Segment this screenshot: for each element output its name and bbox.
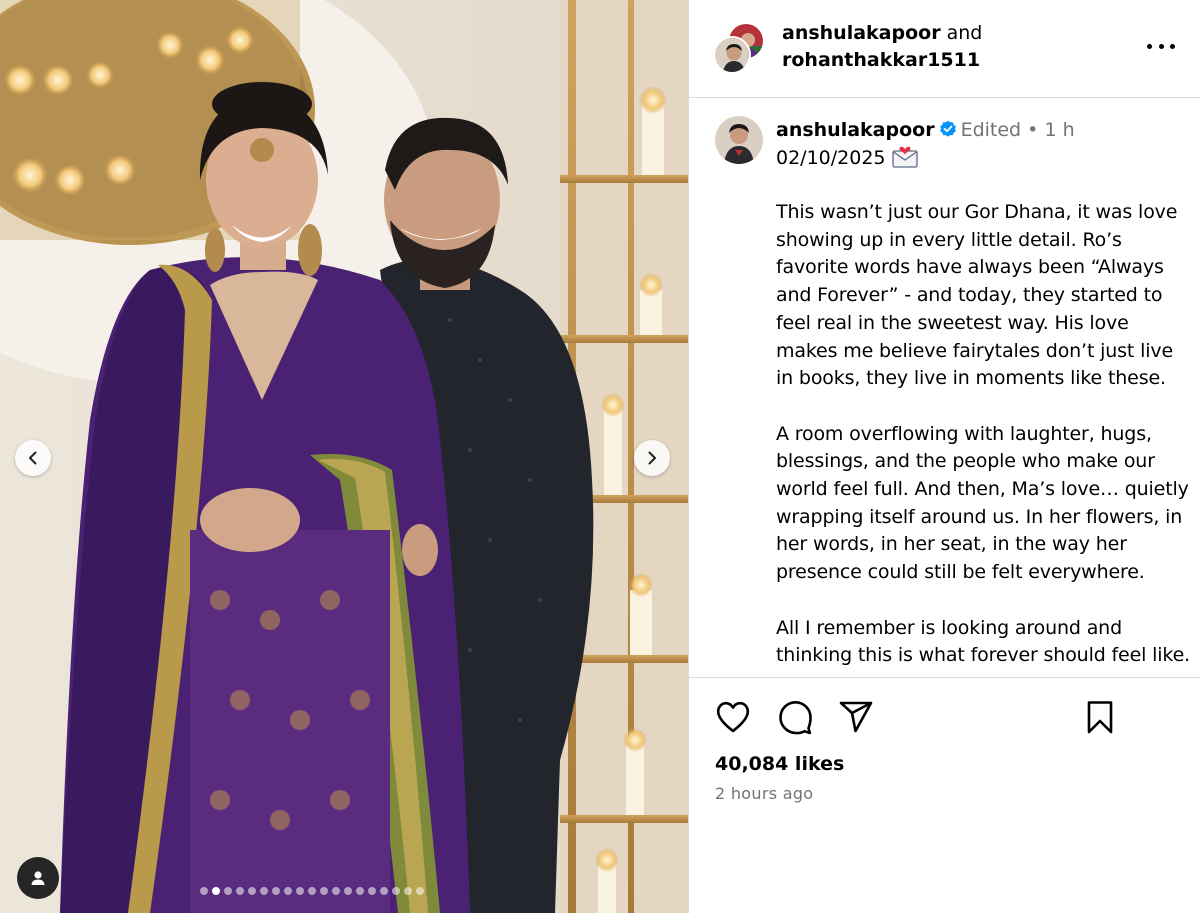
collab-avatars[interactable] — [713, 22, 767, 76]
carousel-dot — [272, 887, 280, 895]
ellipsis-icon — [1147, 43, 1152, 49]
carousel-dot — [212, 887, 220, 895]
tagged-users-button[interactable] — [17, 857, 59, 899]
likes-count[interactable]: 40,084 likes — [715, 751, 844, 777]
carousel-dot — [224, 887, 232, 895]
carousel-dot — [260, 887, 268, 895]
carousel-dot — [200, 887, 208, 895]
post-header: anshulakapoor and rohanthakkar1511 — [689, 0, 1200, 98]
comment-button[interactable] — [776, 698, 814, 736]
caption-paragraph: All I remember is looking around and thi… — [776, 616, 1190, 667]
carousel-dot — [308, 887, 316, 895]
post-photo — [0, 0, 688, 913]
more-options-button[interactable] — [1147, 36, 1175, 56]
carousel-dot — [236, 887, 244, 895]
carousel-dot — [356, 887, 364, 895]
meta-separator: • — [1027, 119, 1039, 141]
post-timestamp[interactable]: 2 hours ago — [715, 783, 813, 805]
carousel-dot — [416, 887, 424, 895]
carousel-dot — [320, 887, 328, 895]
carousel-dot — [368, 887, 376, 895]
avatar[interactable] — [713, 36, 751, 74]
love-letter-icon — [891, 146, 918, 168]
carousel-dot — [380, 887, 388, 895]
caption-paragraph: This wasn’t just our Gor Dhana, it was l… — [776, 201, 1178, 390]
post-detail-panel: anshulakapoor and rohanthakkar1511 anshu… — [688, 0, 1200, 913]
chevron-right-icon — [648, 451, 656, 465]
carousel-dot — [404, 887, 412, 895]
caption-paragraph: A room overflowing with laughter, hugs, … — [776, 422, 1189, 584]
carousel-dot — [248, 887, 256, 895]
post-photo-carousel[interactable] — [0, 0, 688, 913]
share-button[interactable] — [837, 698, 875, 736]
caption-text: This wasn’t just our Gor Dhana, it was l… — [776, 199, 1191, 677]
carousel-dot — [284, 887, 292, 895]
username-link[interactable]: anshulakapoor — [782, 22, 941, 44]
user-tag-icon — [31, 871, 45, 885]
comment-icon — [779, 701, 812, 735]
carousel-dot — [392, 887, 400, 895]
post-actions: 40,084 likes 2 hours ago — [689, 677, 1200, 913]
carousel-dot — [296, 887, 304, 895]
collab-joiner: and — [946, 22, 983, 44]
carousel-next-button[interactable] — [634, 440, 670, 476]
carousel-indicator — [200, 885, 490, 897]
like-button[interactable] — [714, 698, 752, 736]
username-link[interactable]: rohanthakkar1511 — [782, 49, 980, 71]
post-relative-time[interactable]: 1 h — [1044, 119, 1074, 141]
chevron-left-icon — [29, 451, 37, 465]
bookmark-icon — [1087, 701, 1113, 734]
heart-icon — [716, 701, 750, 733]
avatar[interactable] — [715, 116, 763, 164]
save-button[interactable] — [1081, 698, 1119, 736]
caption-date: 02/10/2025 — [776, 147, 886, 169]
collab-names: anshulakapoor and rohanthakkar1511 — [782, 20, 982, 74]
verified-badge-icon — [939, 120, 956, 137]
caption-header: anshulakapoor Edited • 1 h — [776, 116, 1075, 144]
caption-date-line: 02/10/2025 — [776, 144, 918, 172]
carousel-prev-button[interactable] — [15, 440, 51, 476]
paper-plane-icon — [839, 701, 873, 733]
carousel-dot — [332, 887, 340, 895]
username-link[interactable]: anshulakapoor — [776, 119, 935, 141]
edited-label: Edited — [960, 119, 1022, 141]
carousel-dot — [344, 887, 352, 895]
caption-area[interactable]: anshulakapoor Edited • 1 h 02/10/2025 Thi… — [689, 99, 1200, 677]
